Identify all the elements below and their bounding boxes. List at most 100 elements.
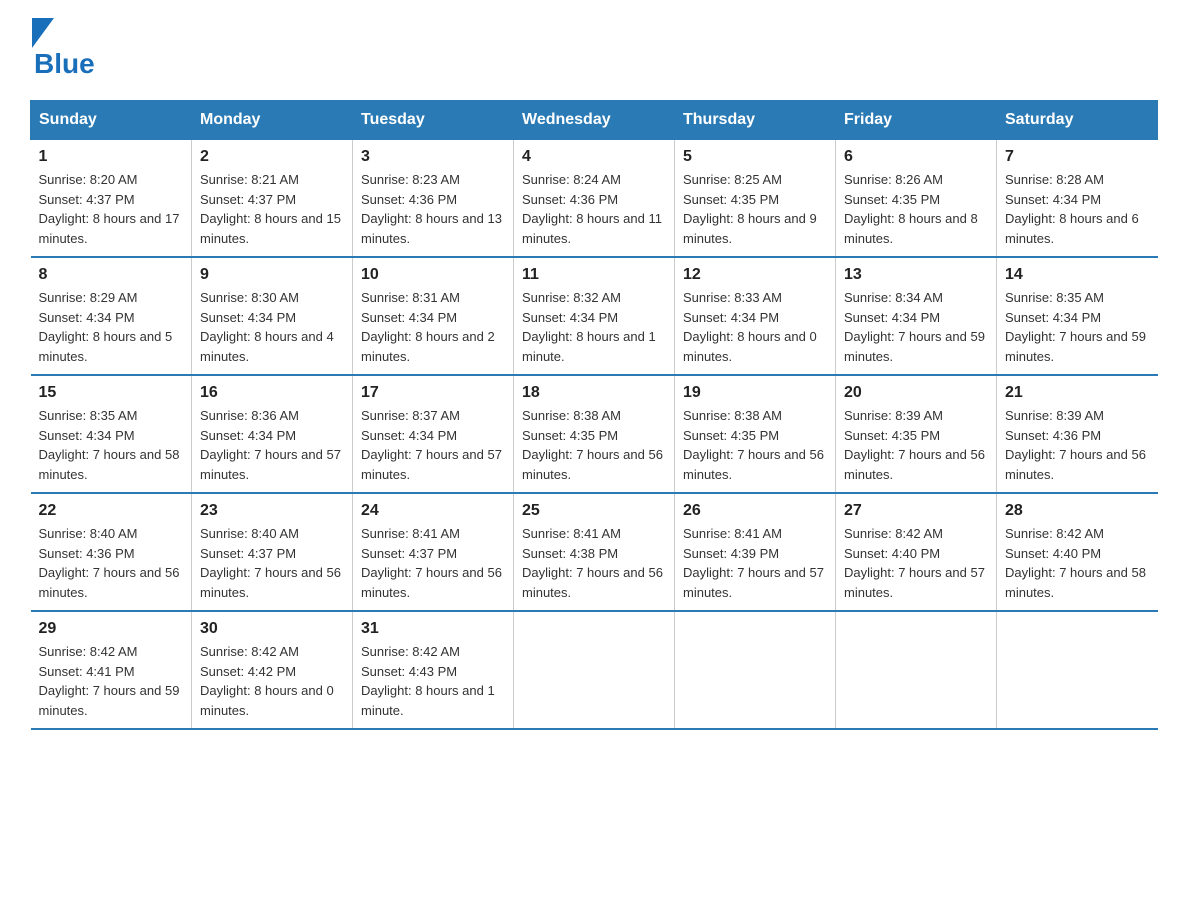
day-number: 2 (200, 148, 344, 166)
day-number: 1 (39, 148, 184, 166)
calendar-cell: 5 Sunrise: 8:25 AMSunset: 4:35 PMDayligh… (675, 140, 836, 258)
day-number: 19 (683, 384, 827, 402)
day-detail: Sunrise: 8:41 AMSunset: 4:37 PMDaylight:… (361, 524, 505, 602)
header-sunday: Sunday (31, 101, 192, 140)
day-number: 10 (361, 266, 505, 284)
calendar-cell: 16 Sunrise: 8:36 AMSunset: 4:34 PMDaylig… (192, 375, 353, 493)
calendar-cell: 12 Sunrise: 8:33 AMSunset: 4:34 PMDaylig… (675, 257, 836, 375)
calendar-cell: 25 Sunrise: 8:41 AMSunset: 4:38 PMDaylig… (514, 493, 675, 611)
day-number: 20 (844, 384, 988, 402)
day-number: 12 (683, 266, 827, 284)
calendar-table: SundayMondayTuesdayWednesdayThursdayFrid… (30, 100, 1158, 730)
day-number: 27 (844, 502, 988, 520)
day-number: 15 (39, 384, 184, 402)
day-number: 6 (844, 148, 988, 166)
day-detail: Sunrise: 8:38 AMSunset: 4:35 PMDaylight:… (683, 406, 827, 484)
header-friday: Friday (836, 101, 997, 140)
calendar-cell: 1 Sunrise: 8:20 AMSunset: 4:37 PMDayligh… (31, 140, 192, 258)
day-detail: Sunrise: 8:39 AMSunset: 4:36 PMDaylight:… (1005, 406, 1150, 484)
calendar-cell (997, 611, 1158, 729)
day-detail: Sunrise: 8:35 AMSunset: 4:34 PMDaylight:… (39, 406, 184, 484)
day-detail: Sunrise: 8:30 AMSunset: 4:34 PMDaylight:… (200, 288, 344, 366)
day-detail: Sunrise: 8:42 AMSunset: 4:41 PMDaylight:… (39, 642, 184, 720)
calendar-cell: 4 Sunrise: 8:24 AMSunset: 4:36 PMDayligh… (514, 140, 675, 258)
calendar-cell (675, 611, 836, 729)
day-detail: Sunrise: 8:35 AMSunset: 4:34 PMDaylight:… (1005, 288, 1150, 366)
calendar-cell: 14 Sunrise: 8:35 AMSunset: 4:34 PMDaylig… (997, 257, 1158, 375)
calendar-week-row: 8 Sunrise: 8:29 AMSunset: 4:34 PMDayligh… (31, 257, 1158, 375)
day-detail: Sunrise: 8:26 AMSunset: 4:35 PMDaylight:… (844, 170, 988, 248)
day-detail: Sunrise: 8:20 AMSunset: 4:37 PMDaylight:… (39, 170, 184, 248)
day-number: 30 (200, 620, 344, 638)
day-detail: Sunrise: 8:32 AMSunset: 4:34 PMDaylight:… (522, 288, 666, 366)
day-number: 7 (1005, 148, 1150, 166)
day-detail: Sunrise: 8:25 AMSunset: 4:35 PMDaylight:… (683, 170, 827, 248)
day-detail: Sunrise: 8:42 AMSunset: 4:40 PMDaylight:… (844, 524, 988, 602)
day-number: 5 (683, 148, 827, 166)
calendar-cell: 7 Sunrise: 8:28 AMSunset: 4:34 PMDayligh… (997, 140, 1158, 258)
day-detail: Sunrise: 8:33 AMSunset: 4:34 PMDaylight:… (683, 288, 827, 366)
calendar-week-row: 1 Sunrise: 8:20 AMSunset: 4:37 PMDayligh… (31, 140, 1158, 258)
day-detail: Sunrise: 8:38 AMSunset: 4:35 PMDaylight:… (522, 406, 666, 484)
calendar-cell: 3 Sunrise: 8:23 AMSunset: 4:36 PMDayligh… (353, 140, 514, 258)
calendar-cell (514, 611, 675, 729)
day-number: 3 (361, 148, 505, 166)
calendar-cell: 2 Sunrise: 8:21 AMSunset: 4:37 PMDayligh… (192, 140, 353, 258)
header-wednesday: Wednesday (514, 101, 675, 140)
day-number: 16 (200, 384, 344, 402)
day-detail: Sunrise: 8:36 AMSunset: 4:34 PMDaylight:… (200, 406, 344, 484)
calendar-cell: 21 Sunrise: 8:39 AMSunset: 4:36 PMDaylig… (997, 375, 1158, 493)
day-number: 25 (522, 502, 666, 520)
day-detail: Sunrise: 8:37 AMSunset: 4:34 PMDaylight:… (361, 406, 505, 484)
day-number: 23 (200, 502, 344, 520)
day-detail: Sunrise: 8:41 AMSunset: 4:39 PMDaylight:… (683, 524, 827, 602)
calendar-cell (836, 611, 997, 729)
day-detail: Sunrise: 8:23 AMSunset: 4:36 PMDaylight:… (361, 170, 505, 248)
day-number: 9 (200, 266, 344, 284)
day-detail: Sunrise: 8:34 AMSunset: 4:34 PMDaylight:… (844, 288, 988, 366)
calendar-cell: 13 Sunrise: 8:34 AMSunset: 4:34 PMDaylig… (836, 257, 997, 375)
day-number: 8 (39, 266, 184, 284)
calendar-cell: 20 Sunrise: 8:39 AMSunset: 4:35 PMDaylig… (836, 375, 997, 493)
header-tuesday: Tuesday (353, 101, 514, 140)
calendar-cell: 18 Sunrise: 8:38 AMSunset: 4:35 PMDaylig… (514, 375, 675, 493)
day-number: 24 (361, 502, 505, 520)
day-detail: Sunrise: 8:28 AMSunset: 4:34 PMDaylight:… (1005, 170, 1150, 248)
logo-blue: Blue (34, 48, 95, 79)
day-number: 4 (522, 148, 666, 166)
calendar-cell: 29 Sunrise: 8:42 AMSunset: 4:41 PMDaylig… (31, 611, 192, 729)
day-detail: Sunrise: 8:29 AMSunset: 4:34 PMDaylight:… (39, 288, 184, 366)
day-number: 21 (1005, 384, 1150, 402)
calendar-cell: 19 Sunrise: 8:38 AMSunset: 4:35 PMDaylig… (675, 375, 836, 493)
day-detail: Sunrise: 8:21 AMSunset: 4:37 PMDaylight:… (200, 170, 344, 248)
day-detail: Sunrise: 8:39 AMSunset: 4:35 PMDaylight:… (844, 406, 988, 484)
day-detail: Sunrise: 8:42 AMSunset: 4:42 PMDaylight:… (200, 642, 344, 720)
calendar-cell: 24 Sunrise: 8:41 AMSunset: 4:37 PMDaylig… (353, 493, 514, 611)
calendar-cell: 15 Sunrise: 8:35 AMSunset: 4:34 PMDaylig… (31, 375, 192, 493)
calendar-cell: 8 Sunrise: 8:29 AMSunset: 4:34 PMDayligh… (31, 257, 192, 375)
header-thursday: Thursday (675, 101, 836, 140)
calendar-cell: 30 Sunrise: 8:42 AMSunset: 4:42 PMDaylig… (192, 611, 353, 729)
header-monday: Monday (192, 101, 353, 140)
calendar-week-row: 29 Sunrise: 8:42 AMSunset: 4:41 PMDaylig… (31, 611, 1158, 729)
calendar-week-row: 22 Sunrise: 8:40 AMSunset: 4:36 PMDaylig… (31, 493, 1158, 611)
day-detail: Sunrise: 8:41 AMSunset: 4:38 PMDaylight:… (522, 524, 666, 602)
day-number: 22 (39, 502, 184, 520)
calendar-cell: 22 Sunrise: 8:40 AMSunset: 4:36 PMDaylig… (31, 493, 192, 611)
calendar-cell: 9 Sunrise: 8:30 AMSunset: 4:34 PMDayligh… (192, 257, 353, 375)
calendar-cell: 6 Sunrise: 8:26 AMSunset: 4:35 PMDayligh… (836, 140, 997, 258)
calendar-cell: 26 Sunrise: 8:41 AMSunset: 4:39 PMDaylig… (675, 493, 836, 611)
day-number: 26 (683, 502, 827, 520)
logo-triangle-icon (32, 18, 54, 48)
calendar-cell: 10 Sunrise: 8:31 AMSunset: 4:34 PMDaylig… (353, 257, 514, 375)
calendar-cell: 31 Sunrise: 8:42 AMSunset: 4:43 PMDaylig… (353, 611, 514, 729)
day-detail: Sunrise: 8:24 AMSunset: 4:36 PMDaylight:… (522, 170, 666, 248)
calendar-cell: 17 Sunrise: 8:37 AMSunset: 4:34 PMDaylig… (353, 375, 514, 493)
day-detail: Sunrise: 8:42 AMSunset: 4:40 PMDaylight:… (1005, 524, 1150, 602)
logo: Blue (30, 20, 95, 80)
calendar-cell: 23 Sunrise: 8:40 AMSunset: 4:37 PMDaylig… (192, 493, 353, 611)
header-saturday: Saturday (997, 101, 1158, 140)
calendar-cell: 11 Sunrise: 8:32 AMSunset: 4:34 PMDaylig… (514, 257, 675, 375)
calendar-week-row: 15 Sunrise: 8:35 AMSunset: 4:34 PMDaylig… (31, 375, 1158, 493)
day-number: 31 (361, 620, 505, 638)
